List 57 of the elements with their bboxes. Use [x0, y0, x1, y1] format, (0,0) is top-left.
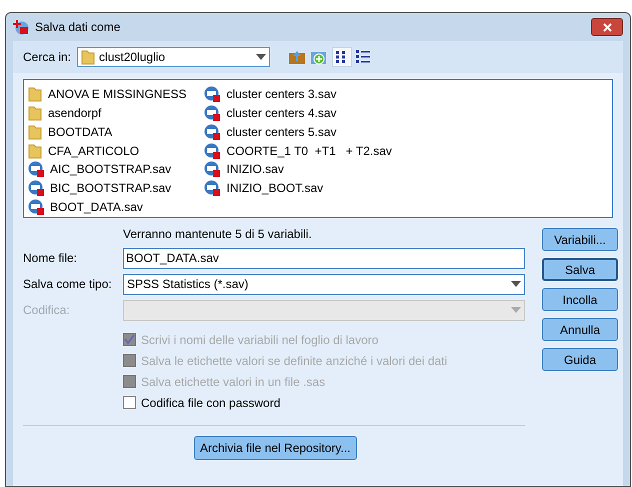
data-file-icon	[204, 180, 220, 196]
look-in-label: Cerca in:	[23, 49, 72, 66]
file-item[interactable]: ANOVA E MISSINGNESS	[28, 85, 186, 103]
folder-icon	[28, 86, 42, 102]
file-item[interactable]: BOOT_DATA.sav	[28, 198, 186, 216]
repository-button[interactable]: Archivia file nel Repository...	[194, 436, 357, 460]
close-button[interactable]	[591, 18, 623, 36]
option-label: Salva etichette valori in un file .sas	[141, 374, 326, 390]
up-folder-icon[interactable]	[288, 49, 306, 65]
option-label: Scrivi i nomi delle variabili nel foglio di lavoro	[141, 332, 378, 348]
folder-icon	[28, 104, 42, 121]
data-file-icon	[204, 124, 220, 140]
file-item[interactable]: INIZIO_BOOT.sav	[204, 179, 392, 198]
field-label: Codifica:	[23, 302, 71, 319]
data-file-icon	[204, 86, 220, 102]
file-item[interactable]: COORTE_1 T0 +T1 + T2.sav	[204, 142, 392, 160]
folder-icon	[28, 142, 42, 159]
data-file-icon	[204, 161, 220, 178]
dialog-button[interactable]: Annulla	[542, 318, 618, 341]
data-file-icon	[28, 199, 44, 216]
dialog-button[interactable]: Variabili...	[542, 228, 618, 251]
option-label: Codifica file con password	[141, 394, 280, 412]
list-view-button[interactable]	[332, 47, 352, 67]
file-item[interactable]: INIZIO.sav	[204, 160, 392, 178]
field-label: Salva come tipo:	[23, 276, 113, 293]
caret-icon	[511, 307, 521, 313]
check-icon	[124, 334, 135, 345]
file-item[interactable]: cluster centers 5.sav	[204, 122, 392, 141]
folder-icon	[28, 124, 42, 140]
look-in-dropdown[interactable]: clust20luglio	[77, 47, 270, 67]
dialog-button[interactable]: Incolla	[542, 288, 618, 311]
details-view-icon[interactable]	[356, 50, 370, 64]
file-item[interactable]: BOOTDATA	[28, 122, 186, 141]
checkbox[interactable]	[123, 396, 136, 409]
file-item[interactable]: asendorpf	[28, 104, 186, 122]
app-icon	[13, 19, 29, 35]
file-item[interactable]: BIC_BOOTSTRAP.sav	[28, 179, 186, 198]
file-item[interactable]: AIC_BOOTSTRAP.sav	[28, 160, 186, 178]
data-file-icon	[204, 104, 220, 121]
data-file-icon	[28, 180, 44, 196]
file-item[interactable]: cluster centers 3.sav	[204, 85, 392, 103]
caret-icon	[256, 54, 266, 60]
folder-icon	[81, 49, 96, 65]
window-title: Salva dati come	[35, 19, 120, 36]
caret-icon	[511, 281, 521, 287]
file-item[interactable]: CFA_ARTICOLO	[28, 142, 186, 160]
data-file-icon	[204, 142, 220, 159]
file-name-field[interactable]: BOOT_DATA.sav	[123, 248, 525, 268]
dialog-button[interactable]: Guida	[542, 348, 618, 371]
option-label: Salva le etichette valori se definite anziché i valori dei dati	[141, 352, 448, 370]
close-icon	[602, 22, 612, 32]
file-item[interactable]: cluster centers 4.sav	[204, 104, 392, 122]
data-file-icon	[28, 161, 44, 178]
dialog-button[interactable]: Salva	[542, 258, 618, 281]
info-text: Verranno mantenute 5 di 5 variabili.	[122, 226, 313, 243]
type-dropdown[interactable]: SPSS Statistics (*.sav)	[123, 274, 525, 294]
field-label: Nome file:	[23, 250, 78, 267]
